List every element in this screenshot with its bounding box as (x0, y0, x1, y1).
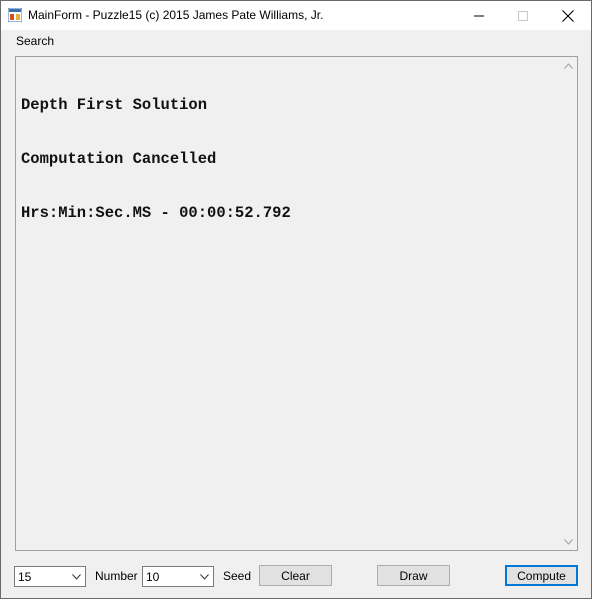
size-combobox[interactable]: 15 (14, 566, 86, 587)
chevron-up-icon (564, 62, 573, 69)
number-combobox[interactable]: 10 (142, 566, 214, 587)
close-button[interactable] (545, 1, 591, 30)
compute-button[interactable]: Compute (505, 565, 578, 586)
vertical-scrollbar[interactable] (560, 57, 577, 550)
minimize-button[interactable] (456, 1, 502, 30)
title-bar[interactable]: MainForm - Puzzle15 (c) 2015 James Pate … (1, 1, 591, 30)
number-label: Number (95, 569, 138, 583)
chevron-down-icon[interactable] (69, 569, 83, 584)
chevron-down-icon[interactable] (197, 569, 211, 584)
close-icon (562, 9, 574, 22)
number-combobox-value: 10 (146, 570, 160, 584)
menu-item-search[interactable]: Search (10, 32, 60, 50)
scroll-up-button[interactable] (560, 57, 577, 74)
draw-button[interactable]: Draw (377, 565, 450, 586)
output-line: Computation Cancelled (21, 150, 217, 168)
app-icon (8, 8, 22, 22)
maximize-icon (518, 10, 528, 21)
menu-bar: Search (1, 30, 591, 51)
output-text: Depth First Solution Computation Cancell… (21, 60, 557, 258)
chevron-down-icon (564, 538, 573, 545)
window-title: MainForm - Puzzle15 (c) 2015 James Pate … (28, 8, 324, 22)
size-combobox-value: 15 (18, 570, 32, 584)
output-line: Hrs:Min:Sec.MS - 00:00:52.792 (21, 204, 291, 222)
main-window: MainForm - Puzzle15 (c) 2015 James Pate … (0, 0, 592, 599)
output-line: Depth First Solution (21, 96, 208, 114)
minimize-icon (474, 15, 484, 16)
clear-button[interactable]: Clear (259, 565, 332, 586)
maximize-button[interactable] (500, 1, 546, 30)
seed-label: Seed (223, 569, 252, 583)
output-textbox[interactable]: Depth First Solution Computation Cancell… (15, 56, 578, 551)
scroll-down-button[interactable] (560, 533, 577, 550)
